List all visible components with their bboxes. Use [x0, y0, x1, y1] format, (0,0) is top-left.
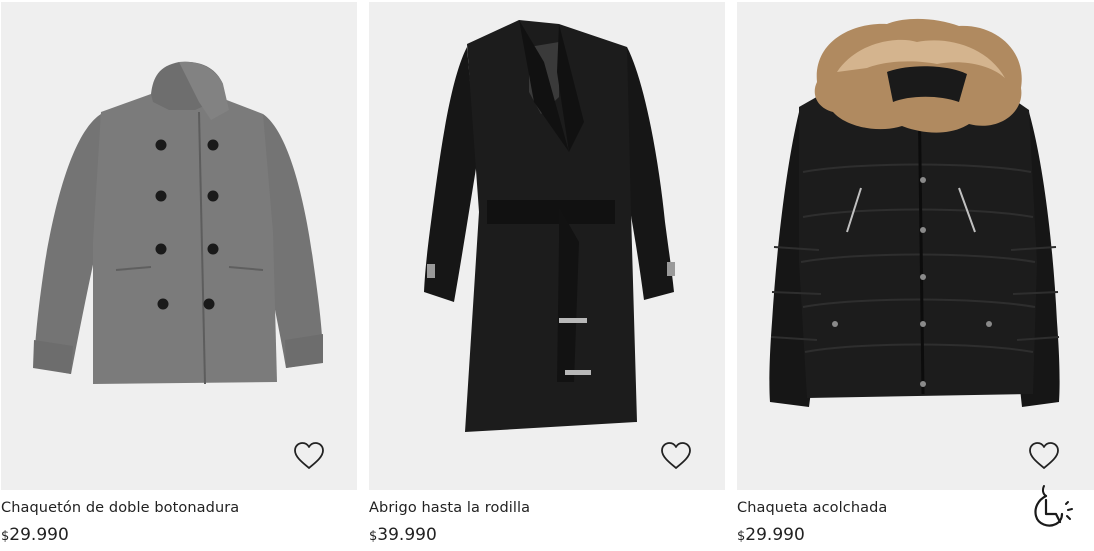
- product-image[interactable]: [1, 2, 357, 490]
- product-name[interactable]: Abrigo hasta la rodilla: [369, 500, 530, 516]
- heart-outline-icon: [1029, 442, 1059, 469]
- black-knee-length-coat-image: [424, 20, 675, 432]
- product-price: $29.990: [737, 525, 805, 545]
- product-grid: Chaquetón de doble botonadura $29.990 Ab…: [0, 0, 1094, 551]
- product-name[interactable]: Chaquetón de doble botonadura: [1, 500, 239, 516]
- product-card[interactable]: Abrigo hasta la rodilla $39.990: [369, 0, 725, 551]
- product-name[interactable]: Chaqueta acolchada: [737, 500, 887, 516]
- product-card[interactable]: Chaqueta acolchada $29.990: [737, 0, 1094, 551]
- accessibility-assistant-icon: [1034, 485, 1073, 527]
- price-value: 29.990: [9, 525, 69, 545]
- favorite-button[interactable]: [292, 440, 326, 472]
- grey-double-breasted-coat-image: [33, 61, 323, 385]
- price-value: 39.990: [377, 525, 437, 545]
- product-image[interactable]: [737, 2, 1094, 490]
- product-price: $39.990: [369, 525, 437, 545]
- price-value: 29.990: [745, 525, 805, 545]
- black-padded-jacket-image: [769, 18, 1060, 407]
- heart-outline-icon: [661, 442, 691, 469]
- favorite-button[interactable]: [659, 440, 693, 472]
- accessibility-assistant-button[interactable]: [1030, 482, 1078, 532]
- product-card[interactable]: Chaquetón de doble botonadura $29.990: [1, 0, 357, 551]
- product-price: $29.990: [1, 525, 69, 545]
- product-image[interactable]: [369, 2, 725, 490]
- heart-outline-icon: [294, 442, 324, 469]
- favorite-button[interactable]: [1027, 440, 1061, 472]
